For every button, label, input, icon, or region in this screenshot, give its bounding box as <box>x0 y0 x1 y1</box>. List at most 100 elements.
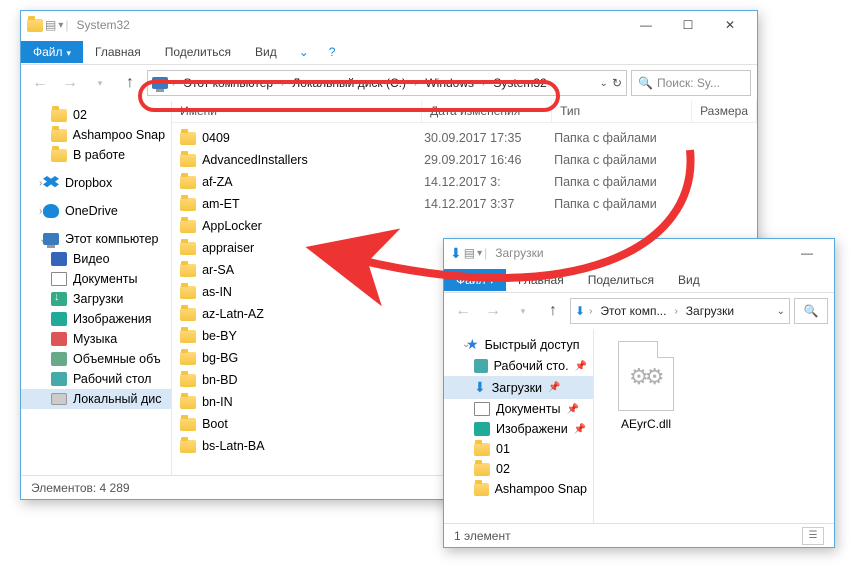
breadcrumb-seg[interactable]: Windows <box>421 74 478 92</box>
file-item-dll[interactable]: ⚙⚙ AEyrC.dll <box>606 341 686 431</box>
chevron-icon[interactable]: › <box>170 78 177 89</box>
file-row[interactable]: AppLocker <box>172 215 757 237</box>
help-icon[interactable]: ? <box>319 45 346 59</box>
sidebar-item[interactable]: Документы 📌 <box>444 399 593 419</box>
col-name[interactable]: Имени <box>172 101 422 122</box>
chevron-icon[interactable]: › <box>587 306 594 317</box>
ribbon-tabs: Файл▾ Главная Поделиться Вид <box>444 267 834 293</box>
tab-home[interactable]: Главная <box>83 41 153 63</box>
file-row[interactable]: AdvancedInstallers29.09.2017 16:46Папка … <box>172 149 757 171</box>
sidebar-item[interactable]: Изображения <box>21 309 171 329</box>
chevron-icon[interactable]: › <box>279 78 286 89</box>
tab-view[interactable]: Вид <box>666 269 712 291</box>
addr-dropdown-icon[interactable]: ⌄ <box>777 306 785 317</box>
sidebar-item[interactable]: Ashampoo Snap <box>21 125 171 145</box>
sidebar-item[interactable]: ›OneDrive <box>21 201 171 221</box>
sidebar-item-label: Изображени <box>496 422 568 436</box>
sidebar-item[interactable]: Локальный дис <box>21 389 171 409</box>
minimize-button[interactable]: — <box>786 241 828 265</box>
tab-home[interactable]: Главная <box>506 269 576 291</box>
file-row[interactable]: af-ZA14.12.2017 3:Папка с файлами <box>172 171 757 193</box>
breadcrumb-seg[interactable]: Загрузки <box>682 302 738 320</box>
file-name: Boot <box>202 417 228 431</box>
quickaccess-icon[interactable]: ▤ <box>45 18 56 32</box>
nav-forward-button[interactable]: → <box>57 70 83 96</box>
sidebar-item[interactable]: Ashampoo Snap <box>444 479 593 499</box>
folder-icon <box>180 308 196 321</box>
sidebar-item[interactable]: В работе <box>21 145 171 165</box>
sidebar-item[interactable]: Видео <box>21 249 171 269</box>
tab-file[interactable]: Файл▾ <box>21 41 83 63</box>
file-type: Папка с файлами <box>554 175 694 189</box>
sidebar-item-label: Dropbox <box>65 176 112 190</box>
search-input[interactable]: 🔍 <box>794 298 828 324</box>
address-bar[interactable]: › Этот компьютер › Локальный диск (C:) ›… <box>147 70 627 96</box>
sidebar-item[interactable]: Объемные объ <box>21 349 171 369</box>
addr-dropdown-icon[interactable]: ⌄ <box>600 78 608 89</box>
sidebar[interactable]: ⌄★Быстрый доступРабочий сто. 📌⬇Загрузки … <box>444 329 594 523</box>
titlebar[interactable]: ▤ ▾ | System32 — ☐ ✕ <box>21 11 757 39</box>
nav-back-button[interactable]: ← <box>27 70 53 96</box>
file-name: az-Latn-AZ <box>202 307 264 321</box>
ribbon-expand-icon[interactable]: ⌄ <box>289 45 319 59</box>
maximize-button[interactable]: ☐ <box>667 13 709 37</box>
nav-up-button[interactable]: ↑ <box>117 70 143 96</box>
sidebar-item[interactable]: Рабочий стол <box>21 369 171 389</box>
quickaccess-dropdown[interactable]: ▾ <box>477 248 482 259</box>
minimize-button[interactable]: — <box>625 13 667 37</box>
breadcrumb-seg[interactable]: Этот комп... <box>596 302 670 320</box>
breadcrumb-seg[interactable]: System32 <box>489 74 550 92</box>
col-size[interactable]: Размера <box>692 101 757 122</box>
search-icon: 🔍 <box>638 76 653 90</box>
file-row[interactable]: 040930.09.2017 17:35Папка с файлами <box>172 127 757 149</box>
tab-share[interactable]: Поделиться <box>153 41 243 63</box>
nav-recent-dropdown[interactable]: ▾ <box>510 298 536 324</box>
sidebar-item-label: Музыка <box>73 332 117 346</box>
explorer-window-downloads: ⬇ ▤ ▾ | Загрузки — Файл▾ Главная Поделит… <box>443 238 835 548</box>
folder-icon <box>180 264 196 277</box>
refresh-icon[interactable]: ↻ <box>612 76 622 90</box>
file-view[interactable]: ⚙⚙ AEyrC.dll <box>594 329 834 523</box>
search-input[interactable]: 🔍 Поиск: Sy... <box>631 70 751 96</box>
sidebar-item[interactable]: Документы <box>21 269 171 289</box>
sidebar-item[interactable]: ⌄Этот компьютер <box>21 229 171 249</box>
window-title: System32 <box>77 18 130 32</box>
file-name: AppLocker <box>202 219 262 233</box>
col-date[interactable]: Дата изменения <box>422 101 552 122</box>
sidebar-item[interactable]: Загрузки <box>21 289 171 309</box>
nav-recent-dropdown[interactable]: ▾ <box>87 70 113 96</box>
sidebar-item[interactable]: 02 <box>21 105 171 125</box>
address-bar[interactable]: ⬇ › Этот комп... › Загрузки ⌄ <box>570 298 790 324</box>
folder-icon <box>180 374 196 387</box>
tab-view[interactable]: Вид <box>243 41 289 63</box>
sidebar[interactable]: 02Ashampoo SnapВ работе ›Dropbox ›OneDrive… <box>21 101 172 475</box>
column-headers[interactable]: Имени Дата изменения Тип Размера <box>172 101 757 123</box>
tab-share[interactable]: Поделиться <box>576 269 666 291</box>
chevron-icon[interactable]: › <box>672 306 679 317</box>
sidebar-item[interactable]: ›Dropbox <box>21 173 171 193</box>
sidebar-item[interactable]: 02 <box>444 459 593 479</box>
chevron-icon[interactable]: › <box>480 78 487 89</box>
nav-back-button[interactable]: ← <box>450 298 476 324</box>
titlebar[interactable]: ⬇ ▤ ▾ | Загрузки — <box>444 239 834 267</box>
sidebar-item[interactable]: 01 <box>444 439 593 459</box>
sidebar-item[interactable]: Музыка <box>21 329 171 349</box>
sidebar-item[interactable]: Рабочий сто. 📌 <box>444 356 593 376</box>
sidebar-item[interactable]: ⬇Загрузки 📌 <box>444 376 593 399</box>
quickaccess-dropdown[interactable]: ▾ <box>58 20 63 31</box>
folder-icon <box>180 198 196 211</box>
sidebar-item[interactable]: ⌄★Быстрый доступ <box>444 333 593 356</box>
file-row[interactable]: am-ET14.12.2017 3:37Папка с файлами <box>172 193 757 215</box>
file-name: bs-Latn-BA <box>202 439 265 453</box>
breadcrumb-seg[interactable]: Локальный диск (C:) <box>288 74 410 92</box>
nav-up-button[interactable]: ↑ <box>540 298 566 324</box>
breadcrumb-seg[interactable]: Этот компьютер <box>179 74 277 92</box>
nav-forward-button[interactable]: → <box>480 298 506 324</box>
tab-file[interactable]: Файл▾ <box>444 269 506 291</box>
view-details-icon[interactable]: ☰ <box>802 527 824 545</box>
quickaccess-icon[interactable]: ▤ <box>464 246 475 260</box>
sidebar-item[interactable]: Изображени 📌 <box>444 419 593 439</box>
close-button[interactable]: ✕ <box>709 13 751 37</box>
chevron-icon[interactable]: › <box>412 78 419 89</box>
col-type[interactable]: Тип <box>552 101 692 122</box>
